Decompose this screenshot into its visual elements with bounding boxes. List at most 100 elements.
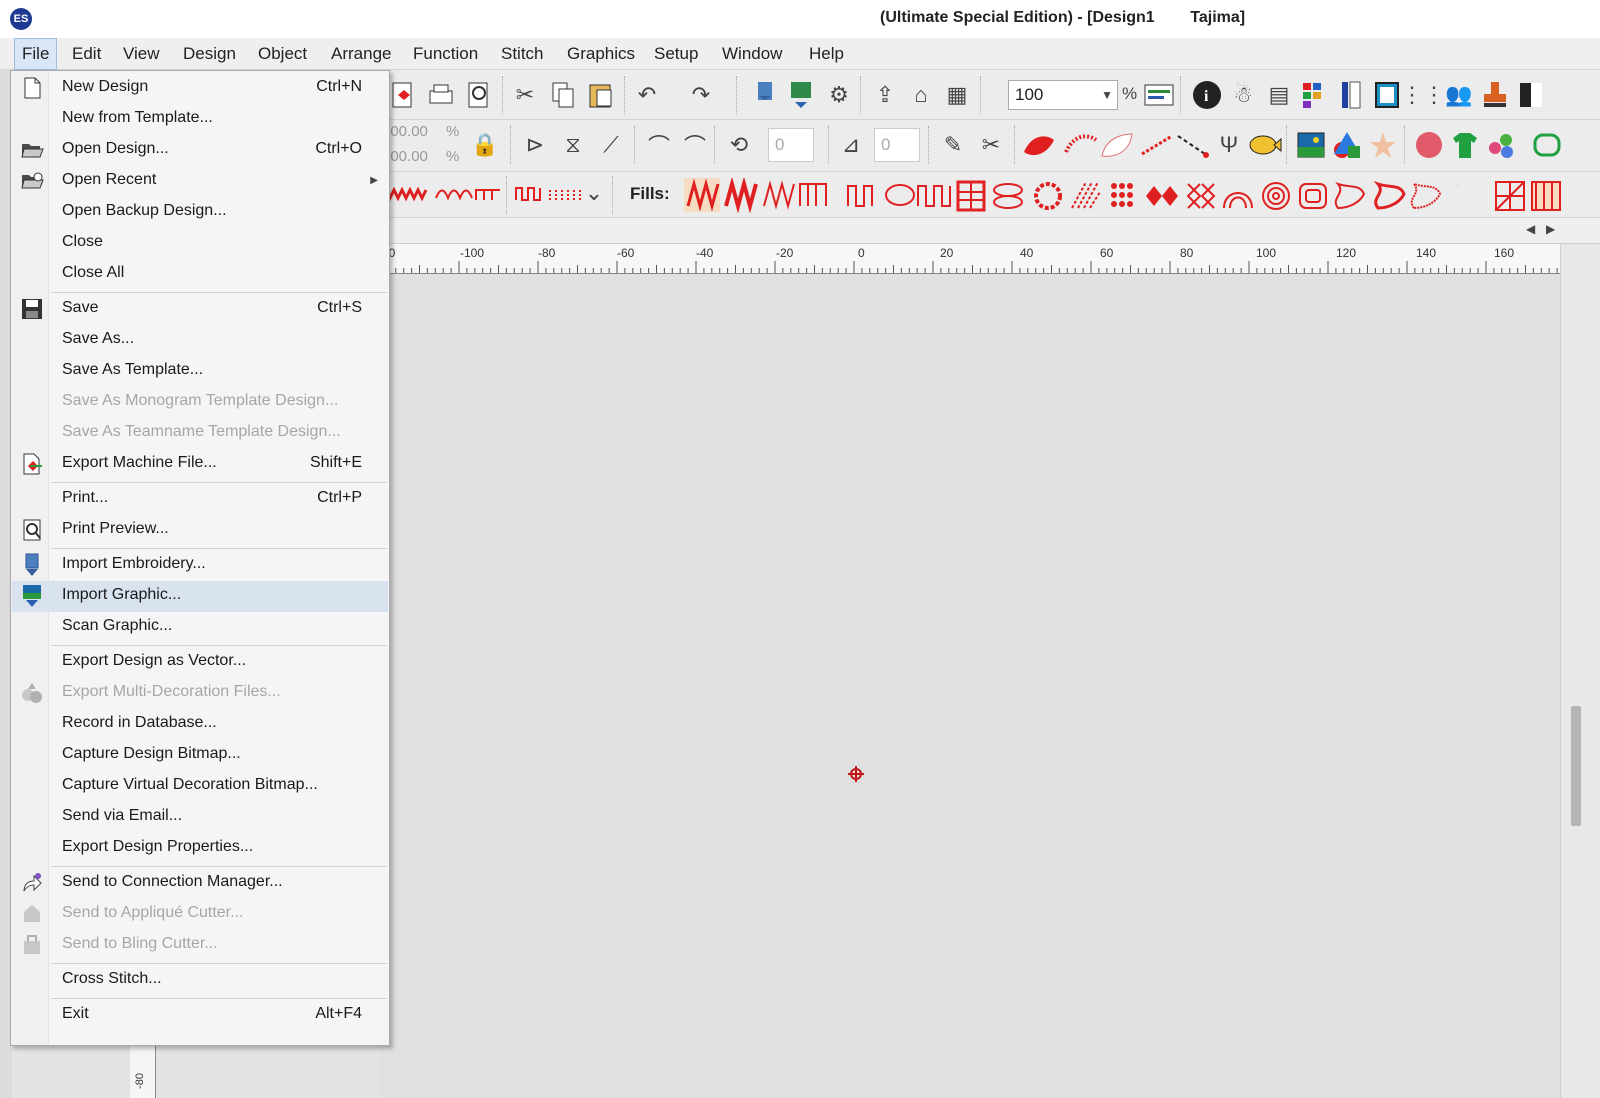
hoop-icon[interactable] xyxy=(1370,78,1404,112)
menu-item-print[interactable]: Print... Ctrl+P xyxy=(12,484,388,515)
mirror-horizontal-icon[interactable]: ⊳ xyxy=(518,128,552,162)
menu-object[interactable]: Object xyxy=(251,38,314,70)
expand-stitch-types-icon[interactable]: ⌄ xyxy=(584,176,604,210)
copy-icon[interactable] xyxy=(546,78,580,112)
multi-decoration-toolbar-icon[interactable]: ⚙ xyxy=(822,78,856,112)
fish-icon[interactable] xyxy=(1248,128,1282,162)
menu-function[interactable]: Function xyxy=(406,38,485,70)
stitch-type-icons[interactable] xyxy=(380,182,500,206)
properties-icon[interactable] xyxy=(1142,78,1176,112)
menu-item-close[interactable]: Close xyxy=(12,228,388,259)
menu-setup[interactable]: Setup xyxy=(647,38,705,70)
rotate-icon[interactable]: ⟲ xyxy=(722,128,756,162)
menu-item-cross-stitch[interactable]: Cross Stitch... xyxy=(12,965,388,996)
knife-icon[interactable]: ✂ xyxy=(974,128,1008,162)
menu-item-new-from-template[interactable]: New from Template... xyxy=(12,104,388,135)
running-stitch-icon[interactable] xyxy=(1140,128,1174,162)
menu-item-import-embroidery[interactable]: Import Embroidery... xyxy=(12,550,388,581)
wizard-icon[interactable]: ☃ xyxy=(1226,78,1260,112)
menu-graphics[interactable]: Graphics xyxy=(560,38,642,70)
brain-icon[interactable] xyxy=(1412,128,1446,162)
color-palette-icon[interactable] xyxy=(1298,78,1332,112)
menu-item-export-vector[interactable]: Export Design as Vector... xyxy=(12,647,388,678)
menu-item-send-connection-manager[interactable]: Send to Connection Manager... xyxy=(12,868,388,899)
picture-icon[interactable] xyxy=(1294,128,1328,162)
satin-stitch-icon[interactable] xyxy=(1022,128,1056,162)
slant-icon[interactable]: ⊿ xyxy=(834,128,868,162)
menu-item-record-database[interactable]: Record in Database... xyxy=(12,709,388,740)
bitmap-artwork-icon[interactable] xyxy=(1514,78,1548,112)
menu-item-capture-design-bitmap[interactable]: Capture Design Bitmap... xyxy=(12,740,388,771)
menu-item-print-preview[interactable]: Print Preview... xyxy=(12,515,388,546)
menu-item-open-backup[interactable]: Open Backup Design... xyxy=(12,197,388,228)
menu-window[interactable]: Window xyxy=(715,38,789,70)
info-icon[interactable]: i xyxy=(1190,78,1224,112)
mirror-vertical-icon[interactable]: ⧖ xyxy=(556,128,590,162)
paste-icon[interactable] xyxy=(584,78,618,112)
menu-item-open-design[interactable]: Open Design... Ctrl+O xyxy=(12,135,388,166)
stitch-pattern-icons[interactable] xyxy=(514,182,584,206)
menu-file[interactable]: File xyxy=(14,38,58,70)
stamp-icon[interactable] xyxy=(1478,78,1512,112)
undo-icon[interactable]: ↶ xyxy=(630,78,664,112)
bling-cutter-toolbar-icon[interactable]: ▦ xyxy=(940,78,974,112)
scrollbar-thumb[interactable] xyxy=(1571,706,1581,826)
chevron-down-icon[interactable]: ▼ xyxy=(1101,81,1113,109)
design-properties-icon[interactable]: ▤ xyxy=(1262,78,1296,112)
menu-help[interactable]: Help xyxy=(802,38,851,70)
menu-arrange[interactable]: Arrange xyxy=(324,38,398,70)
menu-item-close-all[interactable]: Close All xyxy=(12,259,388,290)
point-stitch-icon[interactable] xyxy=(1176,128,1210,162)
menu-view[interactable]: View xyxy=(116,38,167,70)
star-icon[interactable] xyxy=(1366,128,1400,162)
scroll-tabs-right-icon[interactable]: ▶ xyxy=(1546,222,1555,236)
menu-item-scan-graphic[interactable]: Scan Graphic... xyxy=(12,612,388,643)
scroll-tabs-left-icon[interactable]: ◀ xyxy=(1526,222,1535,236)
print-preview-icon[interactable] xyxy=(462,78,496,112)
menu-item-save[interactable]: Save Ctrl+S xyxy=(12,294,388,325)
print-icon[interactable] xyxy=(424,78,458,112)
mirror-diagonal-icon[interactable]: ⟋ xyxy=(594,128,628,162)
zoom-input[interactable]: 100 ▼ xyxy=(1008,80,1118,110)
menu-item-save-as-template[interactable]: Save As Template... xyxy=(12,356,388,387)
tshirt-icon[interactable] xyxy=(1448,128,1482,162)
fill-stitch-icon[interactable] xyxy=(1064,128,1098,162)
outline-leaf-icon[interactable] xyxy=(1100,128,1134,162)
menu-item-save-as[interactable]: Save As... xyxy=(12,325,388,356)
reshape-icon[interactable]: ✎ xyxy=(936,128,970,162)
menu-item-import-graphic[interactable]: Import Graphic... xyxy=(12,581,388,612)
design-canvas[interactable] xyxy=(380,274,1560,1098)
menu-item-export-machine-file[interactable]: Export Machine File... Shift+E xyxy=(12,449,388,480)
menu-design[interactable]: Design xyxy=(176,38,243,70)
arc-right-icon[interactable]: ⌒ xyxy=(678,128,712,162)
ruler-label: -60 xyxy=(617,246,635,260)
menu-item-open-recent[interactable]: Open Recent ▶ xyxy=(12,166,388,197)
bling-icon[interactable] xyxy=(1484,128,1518,162)
export-icon[interactable] xyxy=(386,78,420,112)
lock-proportion-icon[interactable]: 🔒 xyxy=(468,128,502,162)
shapes-icon[interactable] xyxy=(1330,128,1364,162)
vertical-scrollbar[interactable] xyxy=(1560,244,1600,1098)
connection-manager-toolbar-icon[interactable]: ⇪ xyxy=(868,78,902,112)
menu-edit[interactable]: Edit xyxy=(65,38,108,70)
menu-item-export-properties[interactable]: Export Design Properties... xyxy=(12,833,388,864)
fill-patterns-palette[interactable] xyxy=(670,178,1600,214)
cut-icon[interactable]: ✂ xyxy=(508,78,542,112)
arc-left-icon[interactable]: ⌒ xyxy=(642,128,676,162)
team-names-icon[interactable]: 👥 xyxy=(1442,78,1476,112)
thread-chart-icon[interactable] xyxy=(1334,78,1368,112)
rotate-input[interactable]: 0 xyxy=(768,128,814,162)
menu-item-send-email[interactable]: Send via Email... xyxy=(12,802,388,833)
applique-cutter-toolbar-icon[interactable]: ⌂ xyxy=(904,78,938,112)
import-embroidery-toolbar-icon[interactable] xyxy=(748,78,782,112)
stitch-grid-icon[interactable]: ⋮⋮ xyxy=(1401,78,1445,112)
slant-input[interactable]: 0 xyxy=(874,128,920,162)
fork-icon[interactable]: Ψ xyxy=(1212,128,1246,162)
redo-icon[interactable]: ↷ xyxy=(684,78,718,112)
frame-icon[interactable] xyxy=(1530,128,1564,162)
menu-item-new-design[interactable]: New Design Ctrl+N xyxy=(12,73,388,104)
menu-stitch[interactable]: Stitch xyxy=(494,38,551,70)
menu-item-capture-virtual-bitmap[interactable]: Capture Virtual Decoration Bitmap... xyxy=(12,771,388,802)
menu-item-exit[interactable]: Exit Alt+F4 xyxy=(12,1000,388,1031)
import-graphic-toolbar-icon[interactable] xyxy=(784,78,818,112)
